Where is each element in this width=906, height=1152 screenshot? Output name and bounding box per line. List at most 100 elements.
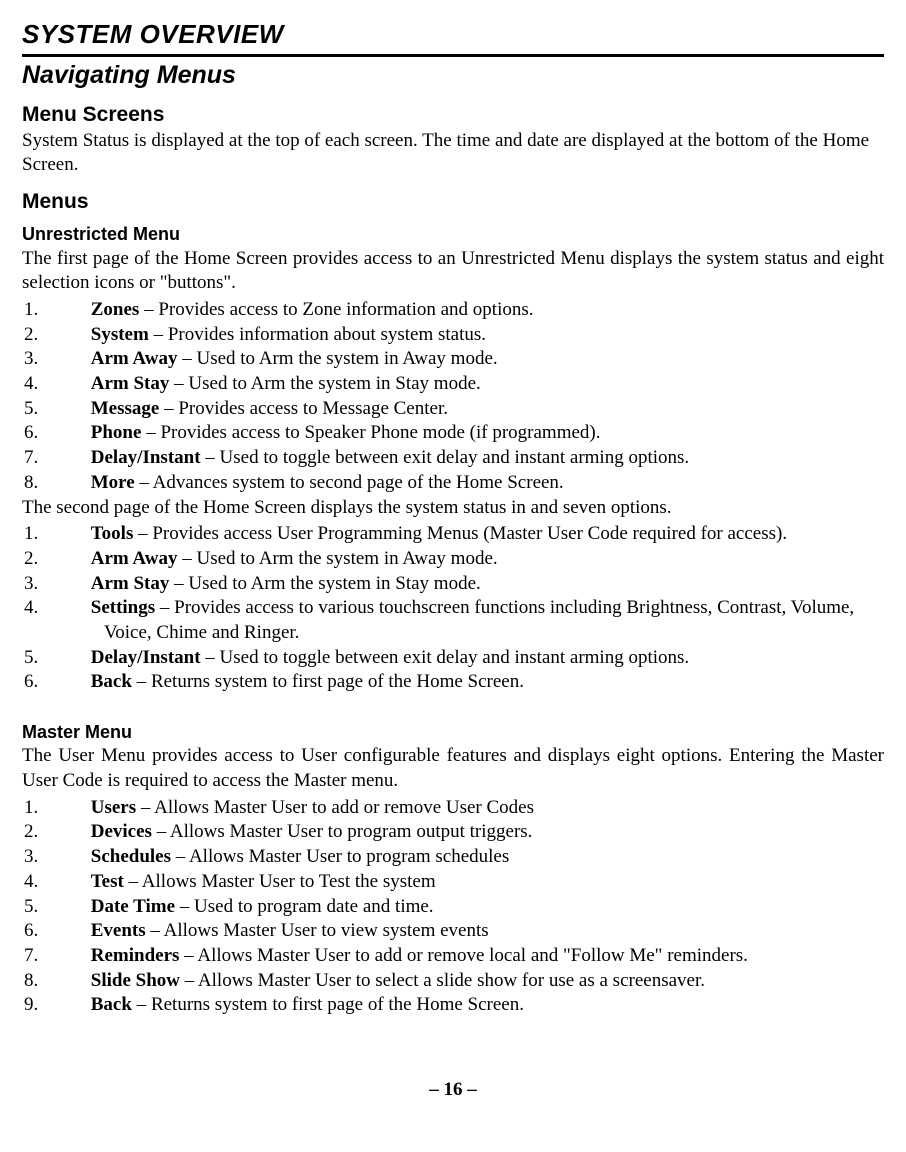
item-number: 5. — [64, 397, 86, 422]
list-item: 6. Back – Returns system to first page o… — [22, 670, 884, 695]
item-desc: – Allows Master User to view system even… — [146, 920, 489, 941]
item-desc: – Provides access User Programming Menus… — [133, 523, 787, 544]
list-item: 4. Test – Allows Master User to Test the… — [22, 870, 884, 895]
item-desc: – Advances system to second page of the … — [135, 472, 564, 493]
item-number: 8. — [64, 471, 86, 496]
item-term: Events — [91, 920, 146, 941]
item-term: Arm Away — [91, 348, 178, 369]
item-term: Users — [91, 797, 136, 818]
item-number: 1. — [64, 298, 86, 323]
item-term: Arm Stay — [91, 373, 170, 394]
unrestricted-mid: The second page of the Home Screen displ… — [22, 496, 884, 521]
item-desc: – Used to Arm the system in Stay mode. — [169, 373, 480, 394]
item-term: System — [91, 324, 149, 345]
item-term: Zones — [91, 299, 140, 320]
item-term: Phone — [91, 422, 142, 443]
item-desc: – Provides access to Message Center. — [159, 398, 448, 419]
item-number: 5. — [64, 895, 86, 920]
item-desc: – Allows Master User to program output t… — [152, 821, 532, 842]
item-desc: – Used to program date and time. — [175, 896, 434, 917]
item-term: Slide Show — [91, 970, 180, 991]
item-desc: – Used to Arm the system in Away mode. — [177, 348, 497, 369]
chapter-title: SYSTEM OVERVIEW — [22, 18, 884, 57]
list-item: 9. Back – Returns system to first page o… — [22, 993, 884, 1018]
item-number: 2. — [64, 547, 86, 572]
item-number: 1. — [64, 796, 86, 821]
item-term: Arm Away — [91, 548, 178, 569]
item-number: 8. — [64, 969, 86, 994]
item-term: Schedules — [91, 846, 171, 867]
item-desc: – Allows Master User to select a slide s… — [180, 970, 705, 991]
unrestricted-menu-heading: Unrestricted Menu — [22, 223, 884, 246]
item-number: 9. — [64, 993, 86, 1018]
list-item: 2. Devices – Allows Master User to progr… — [22, 820, 884, 845]
list-item: 2. Arm Away – Used to Arm the system in … — [22, 547, 884, 572]
list-item: 1. Users – Allows Master User to add or … — [22, 796, 884, 821]
list-item: 3. Arm Away – Used to Arm the system in … — [22, 347, 884, 372]
list-item: 5. Delay/Instant – Used to toggle betwee… — [22, 646, 884, 671]
item-number: 6. — [64, 421, 86, 446]
menu-screens-heading: Menu Screens — [22, 101, 884, 128]
item-term: Back — [91, 671, 132, 692]
item-term: Delay/Instant — [91, 447, 201, 468]
item-term: Message — [91, 398, 160, 419]
list-item: 8. Slide Show – Allows Master User to se… — [22, 969, 884, 994]
item-desc: – Used to Arm the system in Stay mode. — [169, 573, 480, 594]
list-item: 7. Delay/Instant – Used to toggle betwee… — [22, 446, 884, 471]
item-desc: – Provides information about system stat… — [149, 324, 486, 345]
item-number: 2. — [64, 820, 86, 845]
section-title: Navigating Menus — [22, 59, 884, 92]
item-desc: – Provides access to various touchscreen… — [104, 597, 854, 643]
item-number: 6. — [64, 670, 86, 695]
item-term: Delay/Instant — [91, 647, 201, 668]
item-number: 4. — [64, 372, 86, 397]
item-number: 4. — [64, 870, 86, 895]
master-menu-heading: Master Menu — [22, 721, 884, 744]
list-item: 6. Phone – Provides access to Speaker Ph… — [22, 421, 884, 446]
master-intro: The User Menu provides access to User co… — [22, 744, 884, 793]
item-desc: – Allows Master User to add or remove Us… — [136, 797, 534, 818]
item-desc: – Used to toggle between exit delay and … — [201, 647, 690, 668]
master-list: 1. Users – Allows Master User to add or … — [22, 796, 884, 1018]
item-number: 1. — [64, 522, 86, 547]
item-desc: – Allows Master User to Test the system — [124, 871, 436, 892]
item-number: 7. — [64, 446, 86, 471]
item-number: 5. — [64, 646, 86, 671]
list-item: 5. Date Time – Used to program date and … — [22, 895, 884, 920]
item-desc: – Returns system to first page of the Ho… — [132, 671, 524, 692]
list-item: 8. More – Advances system to second page… — [22, 471, 884, 496]
item-term: Date Time — [91, 896, 175, 917]
item-term: Devices — [91, 821, 152, 842]
list-item: 1. Tools – Provides access User Programm… — [22, 522, 884, 547]
item-number: 2. — [64, 323, 86, 348]
page-number: – 16 – — [22, 1078, 884, 1103]
list-item: 3. Arm Stay – Used to Arm the system in … — [22, 572, 884, 597]
item-number: 4. — [64, 596, 86, 621]
list-item: 1. Zones – Provides access to Zone infor… — [22, 298, 884, 323]
list-item: 7. Reminders – Allows Master User to add… — [22, 944, 884, 969]
item-desc: – Used to Arm the system in Away mode. — [177, 548, 497, 569]
unrestricted-list-page1: 1. Zones – Provides access to Zone infor… — [22, 298, 884, 496]
item-desc: – Returns system to first page of the Ho… — [132, 994, 524, 1015]
unrestricted-intro: The first page of the Home Screen provid… — [22, 247, 884, 296]
item-desc: – Provides access to Zone information an… — [139, 299, 533, 320]
item-term: Reminders — [91, 945, 180, 966]
item-term: Back — [91, 994, 132, 1015]
menu-screens-text: System Status is displayed at the top of… — [22, 129, 884, 178]
list-item: 2. System – Provides information about s… — [22, 323, 884, 348]
menus-heading: Menus — [22, 188, 884, 215]
item-term: Tools — [91, 523, 134, 544]
item-number: 6. — [64, 919, 86, 944]
list-item: 4. Arm Stay – Used to Arm the system in … — [22, 372, 884, 397]
item-number: 7. — [64, 944, 86, 969]
list-item: 6. Events – Allows Master User to view s… — [22, 919, 884, 944]
item-term: More — [91, 472, 135, 493]
item-number: 3. — [64, 572, 86, 597]
item-number: 3. — [64, 845, 86, 870]
unrestricted-list-page2: 1. Tools – Provides access User Programm… — [22, 522, 884, 695]
list-item: 4. Settings – Provides access to various… — [22, 596, 884, 645]
item-number: 3. — [64, 347, 86, 372]
item-term: Arm Stay — [91, 573, 170, 594]
item-term: Test — [91, 871, 124, 892]
item-term: Settings — [91, 597, 155, 618]
